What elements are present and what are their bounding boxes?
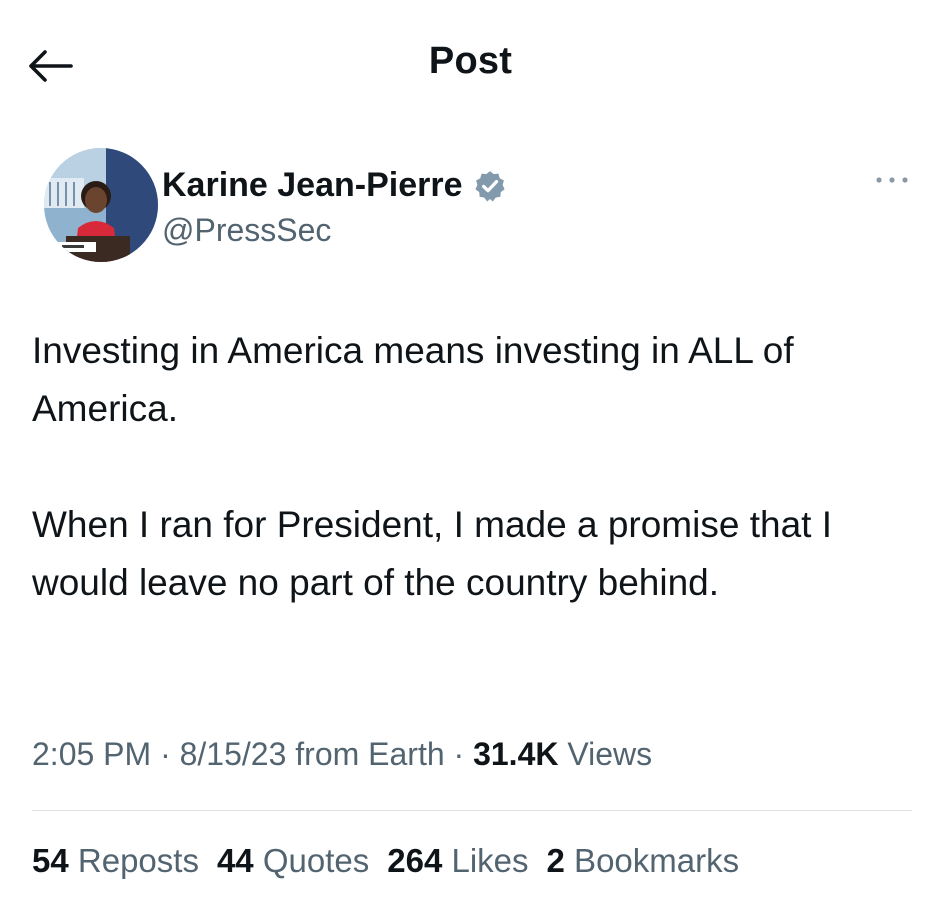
verified-badge-icon bbox=[474, 170, 505, 201]
more-options-button[interactable] bbox=[872, 168, 912, 192]
post-metadata: 2:05 PM · 8/15/23 from Earth · 31.4K Vie… bbox=[32, 736, 652, 773]
bookmarks-count: 2 bbox=[546, 842, 565, 879]
meta-separator: · bbox=[444, 736, 474, 772]
likes-stat[interactable]: 264 Likes bbox=[387, 842, 528, 880]
views-count: 31.4K bbox=[473, 736, 559, 772]
post-author: Karine Jean-Pierre @PressSec bbox=[44, 148, 908, 264]
reposts-count: 54 bbox=[32, 842, 69, 879]
bookmarks-label: Bookmarks bbox=[564, 842, 740, 879]
more-horizontal-icon bbox=[876, 177, 908, 183]
author-name-row: Karine Jean-Pierre bbox=[162, 166, 507, 205]
author-handle[interactable]: @PressSec bbox=[162, 212, 331, 249]
post-paragraph: When I ran for President, I made a promi… bbox=[32, 504, 832, 603]
quotes-count: 44 bbox=[216, 842, 254, 879]
quotes-label: Quotes bbox=[253, 842, 370, 879]
likes-label: Likes bbox=[442, 842, 529, 879]
post-date-source: 8/15/23 from Earth bbox=[179, 736, 445, 772]
reposts-label: Reposts bbox=[68, 842, 199, 879]
post-time[interactable]: 2:05 PM bbox=[32, 736, 151, 772]
post-paragraph: Investing in America means investing in … bbox=[32, 330, 794, 429]
post-text: Investing in America means investing in … bbox=[32, 322, 922, 612]
avatar[interactable] bbox=[44, 148, 158, 262]
page-title: Post bbox=[428, 40, 513, 82]
divider bbox=[32, 810, 912, 811]
author-name[interactable]: Karine Jean-Pierre bbox=[162, 166, 463, 205]
top-bar: Post bbox=[0, 0, 941, 130]
views-label: Views bbox=[558, 736, 653, 772]
meta-separator: · bbox=[151, 736, 180, 772]
quotes-stat[interactable]: 44 Quotes bbox=[217, 842, 369, 880]
likes-count: 264 bbox=[387, 842, 443, 879]
engagement-stats: 54 Reposts 44 Quotes 264 Likes 2 Bookmar… bbox=[32, 842, 739, 880]
bookmarks-stat[interactable]: 2 Bookmarks bbox=[547, 842, 740, 880]
reposts-stat[interactable]: 54 Reposts bbox=[32, 842, 199, 880]
avatar-image bbox=[44, 148, 158, 262]
